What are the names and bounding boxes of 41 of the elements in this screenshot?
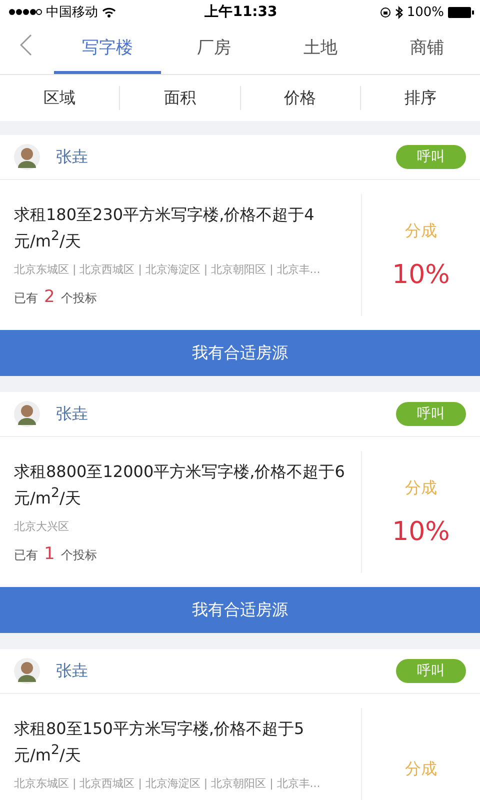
bids-prefix: 已有: [14, 290, 38, 308]
commission-label: 分成: [405, 478, 437, 498]
signal-icon: [8, 8, 42, 16]
avatar-icon: [14, 144, 40, 170]
bids-prefix: 已有: [14, 547, 38, 564]
bid-count: 1: [44, 544, 55, 564]
user-name[interactable]: 张垚: [56, 660, 396, 682]
location-list: 北京东城区 | 北京西城区 | 北京海淀区 | 北京朝阳区 | 北京丰...: [14, 776, 361, 792]
category-tab[interactable]: 厂房: [160, 24, 267, 74]
user-name[interactable]: 张垚: [56, 146, 396, 168]
filter-dropdown[interactable]: 排序: [360, 86, 480, 110]
listing-title: 求租180至230平方米写字楼,价格不超于4元/m$^{2}$/天: [14, 204, 316, 252]
listing-title: 求租8800至12000平方米写字楼,价格不超于6元/m$^{2}$/天: [14, 461, 346, 510]
commission-label: 分成: [405, 758, 437, 780]
location-list: 北京东城区 | 北京西城区 | 北京海淀区 | 北京朝阳区 | 北京丰...: [14, 262, 361, 278]
avatar-icon: [14, 401, 40, 427]
battery-icon: [448, 6, 474, 18]
lock-rotation-icon: [380, 6, 391, 18]
filter-dropdown[interactable]: 面积: [119, 86, 240, 110]
listing-title: 求租80至150平方米写字楼,价格不超于5元/m$^{2}$/天: [14, 718, 306, 766]
commission-rate: 10%: [392, 516, 450, 546]
bluetooth-icon: [394, 6, 403, 18]
filter-dropdown[interactable]: 价格: [240, 86, 360, 110]
commission-label: 分成: [405, 220, 437, 242]
category-tab[interactable]: 土地: [267, 24, 374, 74]
bids-suffix: 个投标: [60, 290, 97, 308]
offer-property-button[interactable]: 我有合适房源: [0, 330, 480, 376]
wifi-icon: [102, 6, 116, 18]
commission-rate: 10%: [392, 260, 450, 290]
avatar-icon: [14, 658, 40, 684]
category-tab[interactable]: 商铺: [374, 24, 480, 74]
back-icon[interactable]: [20, 34, 32, 56]
battery-percent: 100%: [406, 4, 444, 20]
offer-property-button[interactable]: 我有合适房源: [0, 587, 480, 633]
carrier-name: 中国移动: [46, 4, 98, 21]
bid-count: 2: [44, 287, 55, 308]
user-name[interactable]: 张垚: [56, 404, 396, 424]
clock-time: 上午11:33: [204, 3, 278, 21]
location-list: 北京大兴区: [14, 519, 361, 534]
bids-suffix: 个投标: [60, 547, 97, 564]
filter-dropdown[interactable]: 区域: [0, 86, 120, 110]
